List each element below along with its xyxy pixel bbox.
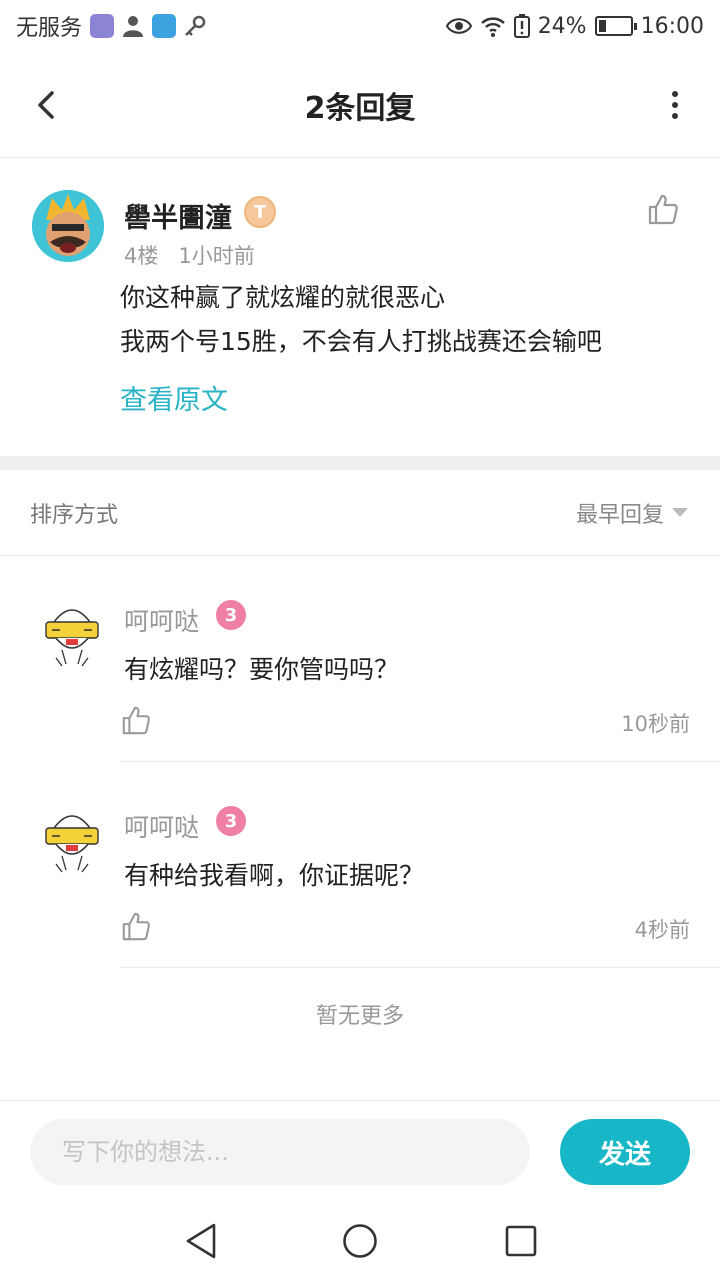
page-title: 2条回复 (304, 90, 416, 126)
avatar-icon[interactable] (32, 190, 104, 262)
sort-label: 排序方式 (30, 502, 119, 528)
thumb-up-icon[interactable] (120, 910, 152, 942)
nav-back-triangle-icon[interactable] (184, 1222, 218, 1260)
thumb-up-icon[interactable] (120, 704, 152, 736)
reply-author-name[interactable]: 呵呵哒 (124, 808, 199, 844)
section-divider (0, 456, 720, 470)
battery-icon (594, 16, 637, 36)
avatar-icon[interactable] (36, 804, 108, 876)
reply-item: 呵呵哒 3 有炫耀吗？要你管吗吗？ 10秒前 (0, 556, 720, 762)
eye-icon (445, 18, 472, 34)
carrier-text: 无服务 (16, 16, 83, 41)
app-icon-blue (152, 14, 177, 38)
view-original-link[interactable]: 查看原文 (120, 378, 228, 417)
send-button[interactable]: 发送 (560, 1119, 690, 1185)
reply-time: 4秒前 (634, 918, 690, 942)
thumb-up-icon[interactable] (646, 192, 680, 226)
post-meta: 4楼 1小时前 (124, 240, 255, 270)
key-icon (185, 15, 206, 36)
sort-dropdown[interactable]: 最早回复 (576, 497, 688, 529)
app-icon-purple (90, 14, 115, 38)
post-line: 你这种赢了就炫耀的就很恶心 (120, 283, 446, 312)
reply-author-name[interactable]: 呵呵哒 (124, 602, 199, 638)
reply-divider (120, 967, 720, 968)
sort-selected: 最早回复 (575, 502, 664, 528)
more-vertical-icon[interactable] (668, 90, 682, 120)
reply-text: 有炫耀吗？要你管吗吗？ (124, 655, 400, 684)
caret-down-icon (672, 508, 688, 517)
floor-number: 4楼 (124, 244, 159, 268)
level-badge: 3 (216, 806, 246, 836)
nav-recents-square-icon[interactable] (505, 1225, 537, 1257)
battery-fill (598, 20, 606, 32)
reply-item: 呵呵哒 3 有种给我看啊，你证据呢？ 4秒前 (0, 762, 720, 968)
nav-home-circle-icon[interactable] (342, 1223, 378, 1259)
battery-percent: 24% (537, 13, 587, 39)
post-line: 我两个号15胜，不会有人打挑战赛还会输吧 (120, 327, 602, 356)
reply-time: 10秒前 (621, 712, 690, 736)
post-body: 你这种赢了就炫耀的就很恶心 我两个号15胜，不会有人打挑战赛还会输吧 (120, 276, 680, 364)
reply-text: 有种给我看啊，你证据呢？ (124, 861, 425, 890)
sort-bar: 排序方式 最早回复 (0, 470, 720, 556)
post-author-name[interactable]: 嚳半圕潼 (124, 196, 232, 235)
avatar-icon[interactable] (36, 598, 108, 670)
comment-input-bar: 发送 (0, 1100, 720, 1202)
no-more-text: 暂无更多 (315, 1004, 404, 1029)
original-post: 嚳半圕潼 T 4楼 1小时前 你这种赢了就炫耀的就很恶心 我两个号15胜，不会有… (0, 160, 720, 456)
level-badge: 3 (216, 600, 246, 630)
battery-alert-icon (513, 14, 530, 38)
status-bar-left: 无服务 (16, 10, 206, 42)
status-bar-right: 24% 16:00 (445, 13, 704, 39)
back-arrow-icon[interactable] (28, 85, 68, 125)
person-icon (123, 16, 144, 37)
system-nav-bar (0, 1202, 720, 1280)
wifi-icon (480, 17, 505, 37)
post-time: 1小时前 (178, 244, 255, 268)
nav-bar: 2条回复 (0, 52, 720, 158)
title-badge: T (244, 196, 276, 228)
comment-input[interactable] (30, 1119, 530, 1185)
status-bar: 无服务 24% 16:00 (0, 0, 720, 52)
clock: 16:00 (640, 13, 704, 39)
